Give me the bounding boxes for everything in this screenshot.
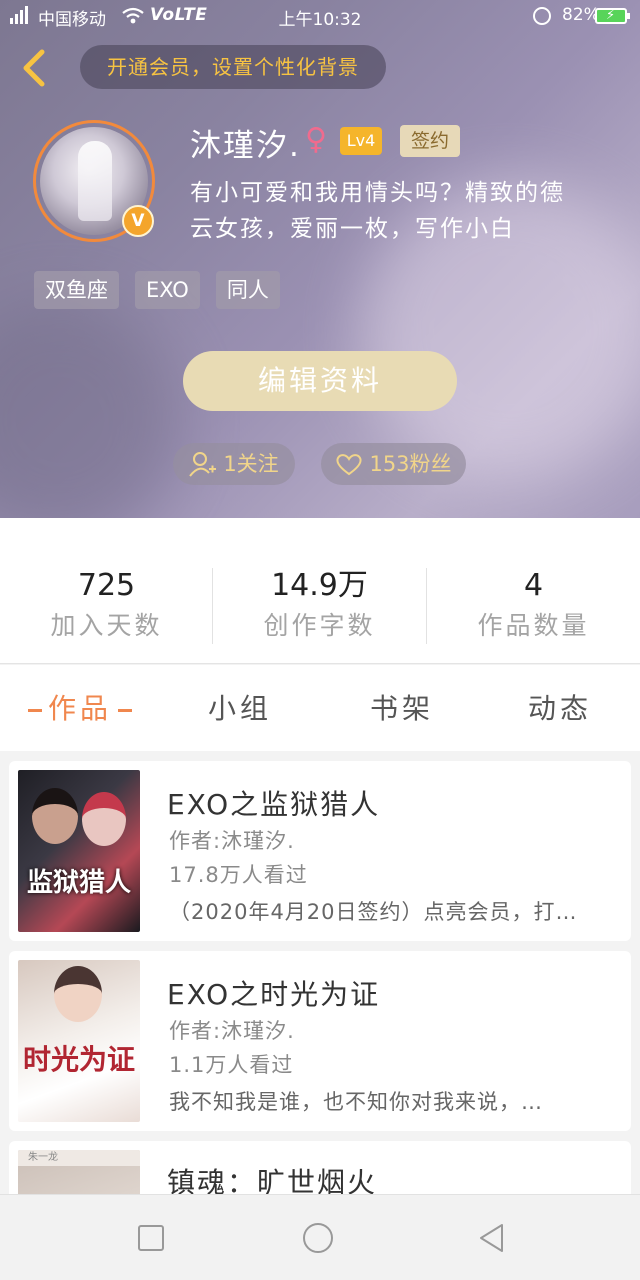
following-button[interactable]: 1关注 xyxy=(173,443,295,485)
profile-stats: 725 加入天数 14.9万 创作字数 4 作品数量 xyxy=(0,518,640,664)
work-card[interactable]: 朱一龙 镇魂：旷世烟火 xyxy=(9,1141,631,1194)
work-card[interactable]: 时光为证 EXO之时光为证 作者:沐瑾汐. 1.1万人看过 我不知我是谁，也不知… xyxy=(9,951,631,1131)
tag-chip[interactable]: 双鱼座 xyxy=(34,271,119,309)
verified-badge-icon: V xyxy=(122,205,154,237)
fans-button[interactable]: 153粉丝 xyxy=(321,443,466,485)
vip-background-promo[interactable]: 开通会员，设置个性化背景 xyxy=(80,45,386,89)
work-author: 作者:沐瑾汐. xyxy=(169,829,295,853)
stat-word-count: 14.9万 创作字数 xyxy=(263,568,376,640)
tab-works[interactable]: 作品 xyxy=(22,687,138,727)
user-tags: 双鱼座 EXO 同人 xyxy=(34,271,280,309)
tag-chip[interactable]: EXO xyxy=(135,271,200,309)
female-gender-icon: ♀ xyxy=(305,122,327,157)
battery-icon: ⚡ xyxy=(595,8,630,24)
tab-moments[interactable]: 动态 xyxy=(528,687,592,727)
works-list: 监狱猎人 EXO之监狱猎人 作者:沐瑾汐. 17.8万人看过 （2020年4月2… xyxy=(0,751,640,1194)
heart-icon xyxy=(336,454,362,476)
following-count: 1关注 xyxy=(223,452,279,476)
level-badge: Lv4 xyxy=(340,127,382,155)
stat-works-count: 4 作品数量 xyxy=(477,568,590,640)
system-nav-bar xyxy=(0,1194,640,1280)
back-arrow-icon[interactable] xyxy=(18,48,50,88)
profile-tabs: 作品 小组 书架 动态 xyxy=(0,665,640,751)
stat-join-days: 725 加入天数 xyxy=(50,568,163,640)
edit-profile-button[interactable]: 编辑资料 xyxy=(183,351,457,411)
user-bio: 有小可爱和我用情头吗？精致的德 云女孩，爱丽一枚，写作小白 xyxy=(190,180,565,242)
work-views: 1.1万人看过 xyxy=(169,1053,294,1077)
tag-chip[interactable]: 同人 xyxy=(215,271,280,309)
status-bar: 中国移动 VoLTE 上午10:32 82% ⚡ xyxy=(0,0,640,32)
work-description: （2020年4月20日签约）点亮会员，打… xyxy=(169,900,578,924)
work-views: 17.8万人看过 xyxy=(169,863,308,887)
rotation-lock-icon xyxy=(533,7,551,25)
book-cover: 时光为证 xyxy=(18,960,140,1122)
work-author: 作者:沐瑾汐. xyxy=(169,1019,295,1043)
tab-bookshelf[interactable]: 书架 xyxy=(370,687,434,727)
book-cover: 朱一龙 xyxy=(18,1150,140,1194)
work-title: 镇魂：旷世烟火 xyxy=(167,1166,378,1194)
fans-count: 153粉丝 xyxy=(369,452,452,476)
add-user-icon xyxy=(189,452,217,477)
work-title: EXO之监狱猎人 xyxy=(167,788,381,821)
tab-groups[interactable]: 小组 xyxy=(208,687,272,727)
book-cover: 监狱猎人 xyxy=(18,770,140,932)
home-icon[interactable] xyxy=(302,1222,334,1254)
recent-apps-icon[interactable] xyxy=(135,1222,167,1254)
signed-author-badge: 签约 xyxy=(400,125,460,157)
profile-header: 中国移动 VoLTE 上午10:32 82% ⚡ 开通会员，设置个性化背景 V … xyxy=(0,0,640,518)
work-title: EXO之时光为证 xyxy=(167,978,381,1011)
work-card[interactable]: 监狱猎人 EXO之监狱猎人 作者:沐瑾汐. 17.8万人看过 （2020年4月2… xyxy=(9,761,631,941)
background-glow xyxy=(0,300,180,518)
work-description: 我不知我是谁，也不知你对我来说，… xyxy=(169,1090,543,1114)
back-triangle-icon[interactable] xyxy=(476,1222,508,1254)
user-nickname: 沐瑾汐. xyxy=(190,128,301,164)
